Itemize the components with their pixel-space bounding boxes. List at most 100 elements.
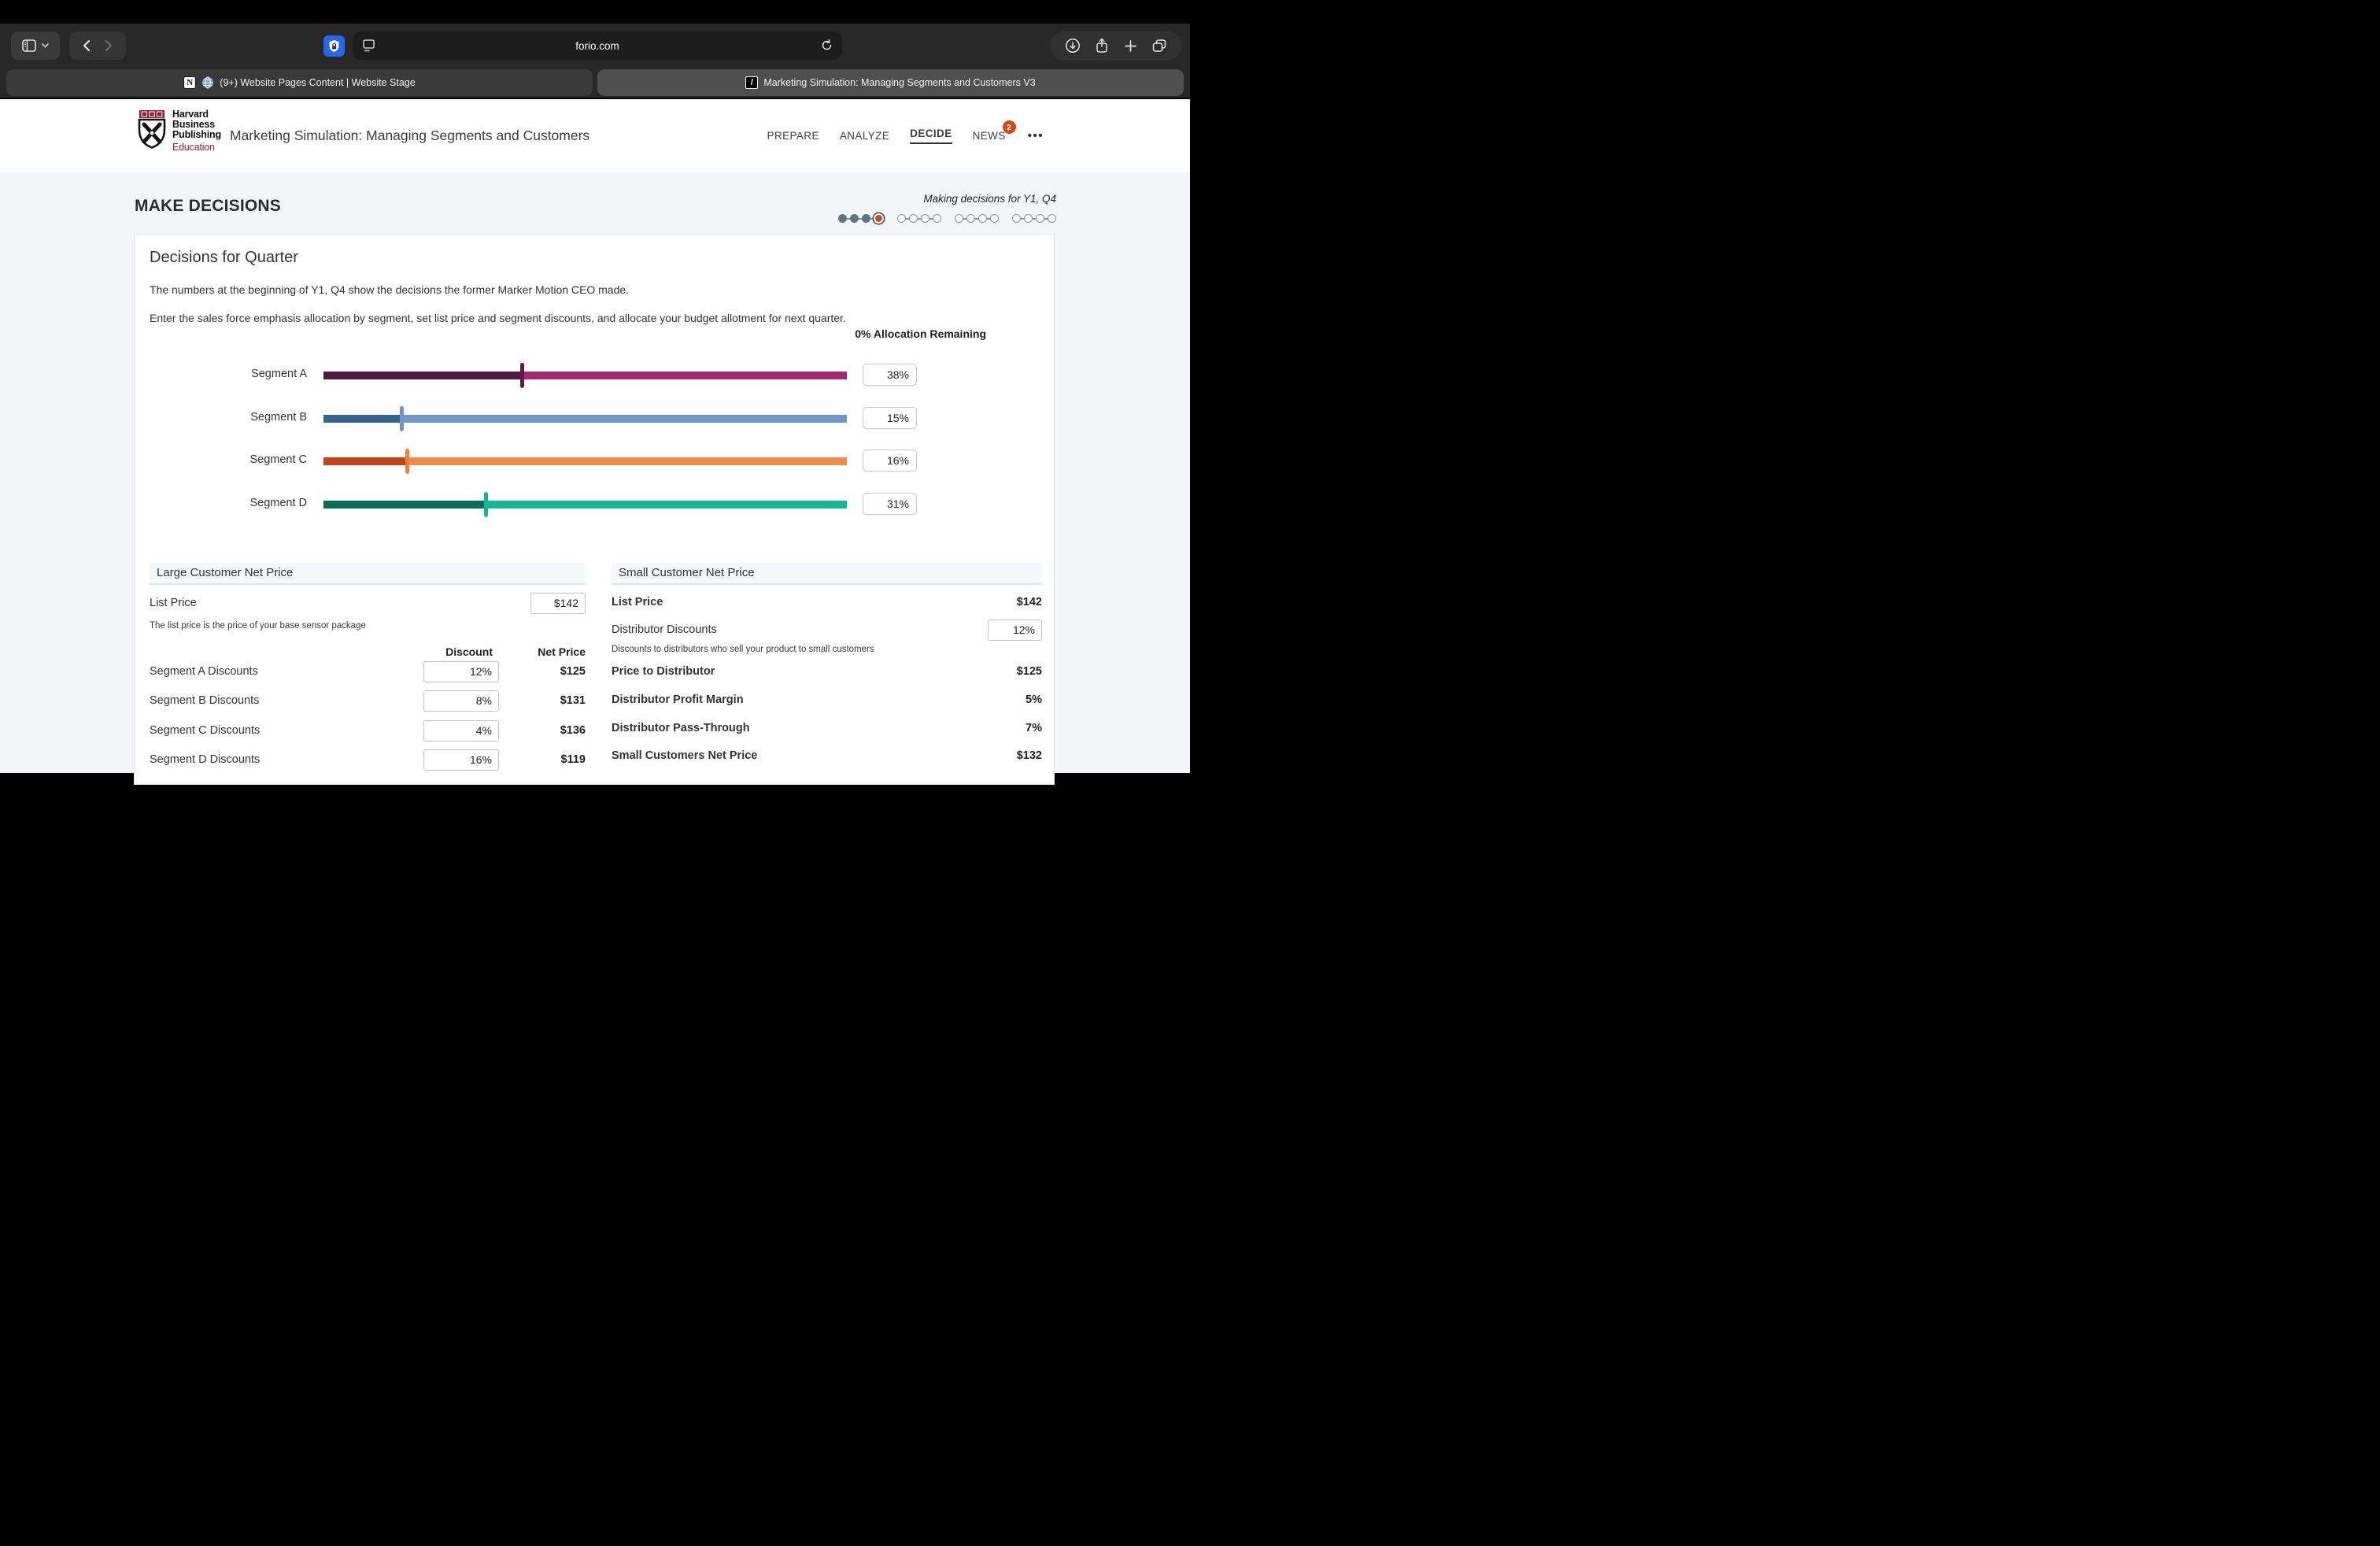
discount-input[interactable]: 12% [423, 661, 499, 682]
address-bar[interactable]: forio.com [353, 31, 842, 60]
discount-input[interactable]: 8% [423, 690, 499, 712]
large-customer-header: Large Customer Net Price [150, 563, 586, 585]
sidebar-toggle-button[interactable] [11, 31, 60, 60]
small-table-label: Distributor Discounts [612, 620, 717, 641]
nav-decide[interactable]: DECIDE [910, 128, 952, 144]
net-price-value: $131 [560, 690, 586, 712]
progress-dot-todo [1048, 214, 1056, 223]
progress-dot-todo [933, 214, 941, 223]
segment-discount-label: Segment C Discounts [150, 720, 260, 742]
small-table-value: 7% [1026, 718, 1042, 739]
progress-dot-todo [966, 214, 975, 223]
tab-marketing-simulation[interactable]: / Marketing Simulation: Managing Segment… [597, 69, 1184, 96]
allocation-slider-track[interactable] [323, 457, 847, 465]
site-header: Harvard Business Publishing Education Ma… [0, 99, 1190, 173]
nav-prepare[interactable]: PREPARE [767, 130, 819, 142]
forward-button[interactable] [105, 39, 113, 52]
decisions-card: Decisions for Quarter The numbers at the… [134, 234, 1055, 785]
allocation-slider-track[interactable] [323, 415, 847, 423]
card-title: Decisions for Quarter [150, 249, 298, 267]
simulation-title: Marketing Simulation: Managing Segments … [230, 99, 589, 172]
net-price-value: $119 [561, 749, 586, 771]
progress-dot-todo [955, 214, 963, 223]
small-table-value: $142 [1017, 592, 1042, 613]
small-table-label: List Price [612, 592, 663, 613]
main-nav: PREPARE ANALYZE DECIDE NEWS 2 ••• [767, 99, 1044, 172]
allocation-slider-track[interactable] [323, 501, 847, 509]
allocation-value-input[interactable]: 31% [863, 493, 917, 515]
tab-title: Marketing Simulation: Managing Segments … [763, 77, 1035, 88]
discount-input[interactable]: 4% [423, 720, 499, 742]
hbp-shield-icon [137, 109, 167, 158]
nav-news[interactable]: NEWS 2 [973, 130, 1006, 142]
small-customer-header: Small Customer Net Price [612, 563, 1042, 585]
sidebar-icon [22, 39, 36, 52]
distributor-discount-note: Discounts to distributors who sell your … [612, 645, 874, 654]
page-content: MAKE DECISIONS Making decisions for Y1, … [0, 172, 1190, 773]
progress-dot-done [850, 214, 859, 223]
small-table-value: $125 [1017, 661, 1042, 682]
nav-analyze[interactable]: ANALYZE [840, 130, 889, 142]
tab-overview-button[interactable] [1151, 39, 1167, 53]
allocation-slider-track[interactable] [323, 372, 847, 379]
small-table-label: Price to Distributor [612, 661, 715, 682]
slider-handle[interactable] [400, 406, 404, 431]
small-table-value: $132 [1017, 745, 1042, 767]
progress-dot-group [1012, 214, 1056, 223]
progress-dot-group [838, 213, 884, 224]
hbp-logo[interactable]: Harvard Business Publishing Education [137, 109, 221, 158]
allocation-value-input[interactable]: 38% [863, 364, 917, 386]
progress-dot-todo [1024, 214, 1033, 223]
hbp-logo-text: Harvard Business Publishing Education [172, 109, 221, 153]
list-price-note: The list price is the price of your base… [150, 621, 366, 631]
page-title: MAKE DECISIONS [135, 197, 281, 216]
small-customer-section: Small Customer Net Price List Price$142D… [612, 563, 1042, 585]
slider-label: Segment B [135, 411, 307, 423]
progress-dot-done [838, 214, 847, 223]
more-menu-button[interactable]: ••• [1028, 129, 1044, 142]
url-text[interactable]: forio.com [353, 40, 842, 52]
slider-row: Segment D31% [135, 493, 1055, 516]
news-badge: 2 [1003, 120, 1016, 134]
slider-handle[interactable] [520, 363, 524, 388]
net-price-value: $125 [560, 661, 586, 682]
history-nav-group [69, 31, 126, 60]
page-settings-icon[interactable] [362, 39, 375, 52]
back-button[interactable] [83, 39, 91, 52]
progress-dot-done [862, 214, 870, 223]
slider-handle[interactable] [484, 492, 488, 517]
nav-news-label: NEWS [973, 130, 1006, 142]
browser-toolbar: forio.com [0, 24, 1190, 68]
allocation-value-input[interactable]: 15% [863, 407, 917, 429]
net-price-column-header: Net Price [538, 645, 586, 658]
notion-icon: N [183, 76, 196, 89]
new-tab-button[interactable] [1124, 39, 1137, 53]
discount-input[interactable]: 16% [423, 749, 499, 771]
progress-dot-todo [990, 214, 999, 223]
segment-discount-label: Segment A Discounts [150, 661, 258, 682]
list-price-input[interactable]: $142 [530, 593, 586, 614]
slider-handle[interactable] [405, 449, 409, 474]
distributor-discount-input[interactable]: 12% [988, 620, 1042, 641]
progress-dot-todo [1012, 214, 1021, 223]
small-table-label: Distributor Profit Margin [612, 690, 744, 711]
logo-line: Publishing [172, 130, 221, 140]
downloads-button[interactable] [1065, 38, 1081, 54]
extension-button[interactable] [318, 31, 349, 60]
progress-dots [838, 213, 1056, 224]
globe-icon [201, 76, 214, 89]
tab-website-pages[interactable]: N (9+) Website Pages Content | Website S… [6, 69, 593, 96]
share-button[interactable] [1095, 38, 1109, 54]
logo-line-education: Education [172, 142, 221, 153]
progress-dot-todo [897, 214, 906, 223]
slider-row: Segment B 15% [135, 407, 1055, 431]
small-table-label: Small Customers Net Price [612, 745, 757, 767]
reload-button[interactable] [820, 39, 833, 52]
slider-fill [323, 415, 402, 423]
list-price-label: List Price [150, 593, 197, 614]
card-paragraph-1: The numbers at the beginning of Y1, Q4 s… [150, 283, 629, 296]
slider-label: Segment C [135, 453, 307, 466]
slider-row: Segment C 16% [135, 449, 1055, 473]
allocation-value-input[interactable]: 16% [863, 449, 917, 472]
segment-discount-label: Segment B Discounts [150, 690, 259, 712]
